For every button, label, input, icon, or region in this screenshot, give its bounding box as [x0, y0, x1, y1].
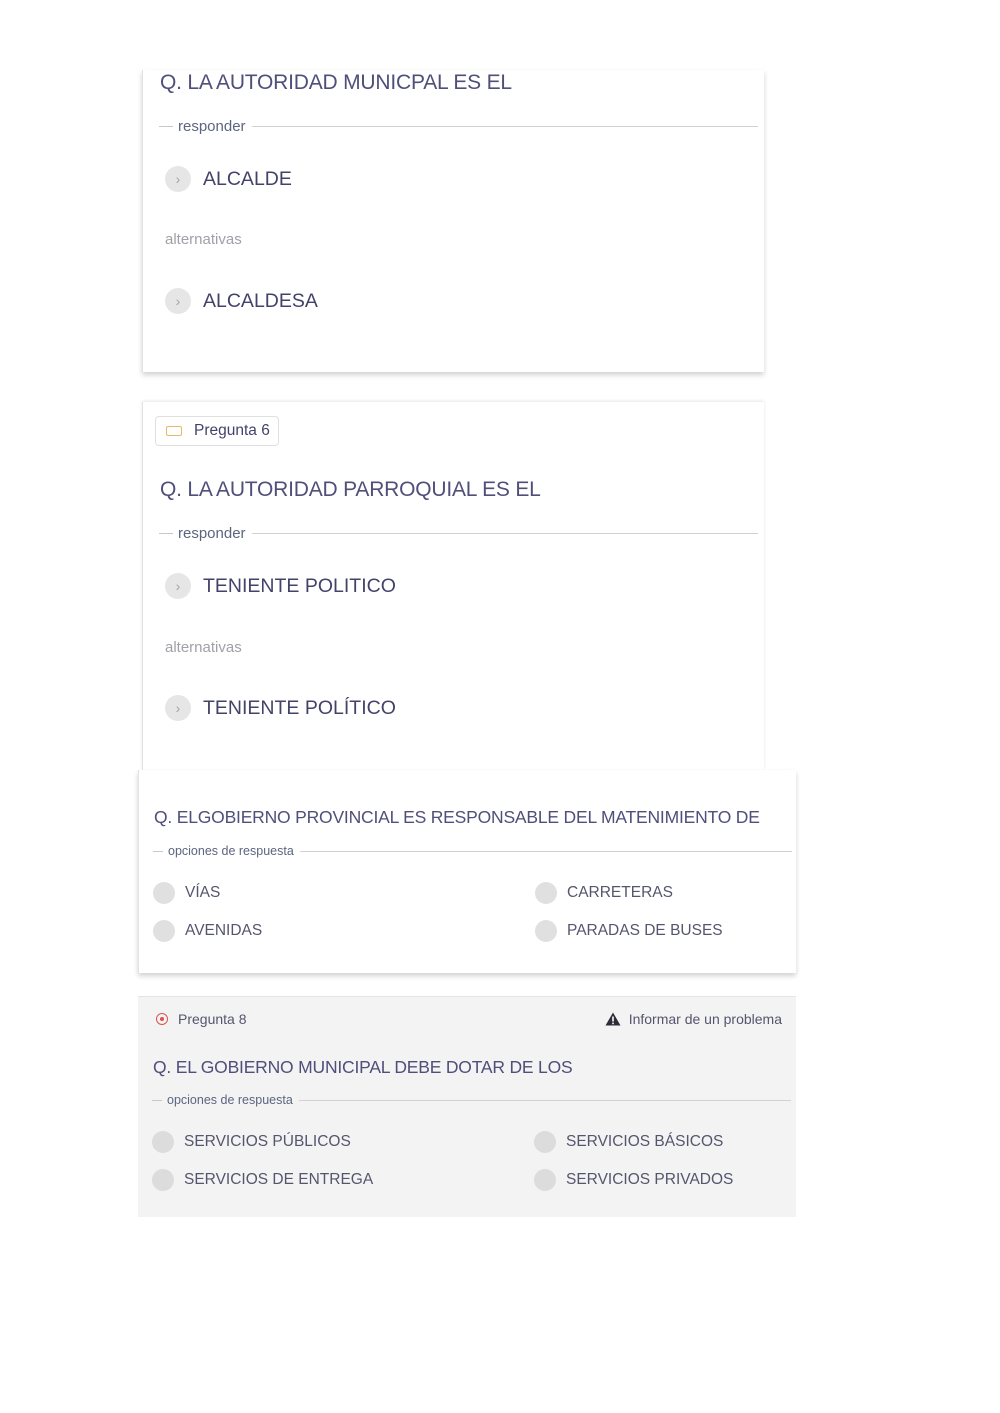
question-card-municipal: Q. LA AUTORIDAD MUNICPAL ES EL responder…: [142, 70, 764, 372]
answer-item[interactable]: › ALCALDE: [165, 166, 292, 192]
question-text: Q. LA AUTORIDAD PARROQUIAL ES EL: [160, 478, 541, 501]
options-legend: opciones de respuesta: [152, 1093, 791, 1107]
option-label: VÍAS: [185, 884, 221, 901]
chevron-right-icon: ›: [165, 166, 191, 192]
option-label: AVENIDAS: [185, 922, 263, 939]
question-text: Q. ELGOBIERNO PROVINCIAL ES RESPONSABLE …: [154, 807, 760, 827]
answer-text: TENIENTE POLITICO: [203, 574, 396, 597]
option-label: SERVICIOS PÚBLICOS: [184, 1133, 351, 1150]
options-legend: opciones de respuesta: [153, 844, 792, 858]
option-radio[interactable]: CARRETERAS: [535, 882, 673, 904]
radio-circle: [535, 882, 557, 904]
legend-label: responder: [178, 118, 246, 135]
chevron-right-icon: ›: [165, 695, 191, 721]
option-radio[interactable]: AVENIDAS: [153, 920, 262, 942]
chevron-right-icon: ›: [165, 573, 191, 599]
chevron-right-icon: ›: [165, 288, 191, 314]
answer-text: ALCALDE: [203, 167, 292, 190]
answer-item[interactable]: › TENIENTE POLITICO: [165, 573, 396, 599]
alternatives-label: alternativas: [165, 231, 242, 248]
option-radio[interactable]: SERVICIOS BÁSICOS: [534, 1131, 723, 1153]
report-problem-link[interactable]: Informar de un problema: [605, 1011, 782, 1027]
radio-circle: [534, 1131, 556, 1153]
legend-label: responder: [178, 525, 246, 542]
badge-label: Pregunta 6: [194, 422, 270, 439]
question-number-badge: Pregunta 6: [155, 416, 279, 446]
radio-circle: [152, 1169, 174, 1191]
warning-icon: [605, 1012, 621, 1026]
option-label: CARRETERAS: [567, 884, 673, 901]
option-radio[interactable]: VÍAS: [153, 882, 220, 904]
flag-icon: [166, 426, 182, 436]
option-radio[interactable]: SERVICIOS PRIVADOS: [534, 1169, 733, 1191]
legend-label: opciones de respuesta: [167, 1093, 293, 1107]
target-icon: [156, 1013, 168, 1025]
alternative-item[interactable]: › TENIENTE POLÍTICO: [165, 695, 396, 721]
question-card-provincial: Q. ELGOBIERNO PROVINCIAL ES RESPONSABLE …: [138, 770, 796, 973]
question-number-badge: Pregunta 8: [156, 1011, 247, 1027]
radio-circle: [535, 920, 557, 942]
answer-legend: responder: [159, 525, 758, 542]
option-radio[interactable]: SERVICIOS PÚBLICOS: [152, 1131, 351, 1153]
option-label: SERVICIOS BÁSICOS: [566, 1133, 724, 1150]
question-card-municipal-servicios: Pregunta 8 Informar de un problema Q. EL…: [138, 996, 796, 1217]
question-text: Q. EL GOBIERNO MUNICIPAL DEBE DOTAR DE L…: [153, 1057, 573, 1077]
question-card-parroquial: Pregunta 6 Q. LA AUTORIDAD PARROQUIAL ES…: [142, 402, 764, 770]
alternative-text: ALCALDESA: [203, 289, 318, 312]
option-label: PARADAS DE BUSES: [567, 922, 723, 939]
radio-circle: [152, 1131, 174, 1153]
legend-label: opciones de respuesta: [168, 844, 294, 858]
alternative-item[interactable]: › ALCALDESA: [165, 288, 318, 314]
radio-circle: [153, 920, 175, 942]
question-text: Q. LA AUTORIDAD MUNICPAL ES EL: [160, 71, 512, 94]
report-label: Informar de un problema: [628, 1011, 782, 1027]
radio-circle: [534, 1169, 556, 1191]
alternatives-label: alternativas: [165, 639, 242, 656]
option-label: SERVICIOS DE ENTREGA: [184, 1171, 374, 1188]
option-radio[interactable]: SERVICIOS DE ENTREGA: [152, 1169, 373, 1191]
alternative-text: TENIENTE POLÍTICO: [203, 696, 396, 719]
answer-legend: responder: [159, 118, 758, 135]
radio-circle: [153, 882, 175, 904]
option-label: SERVICIOS PRIVADOS: [566, 1171, 734, 1188]
option-radio[interactable]: PARADAS DE BUSES: [535, 920, 723, 942]
badge-label: Pregunta 8: [178, 1011, 247, 1027]
